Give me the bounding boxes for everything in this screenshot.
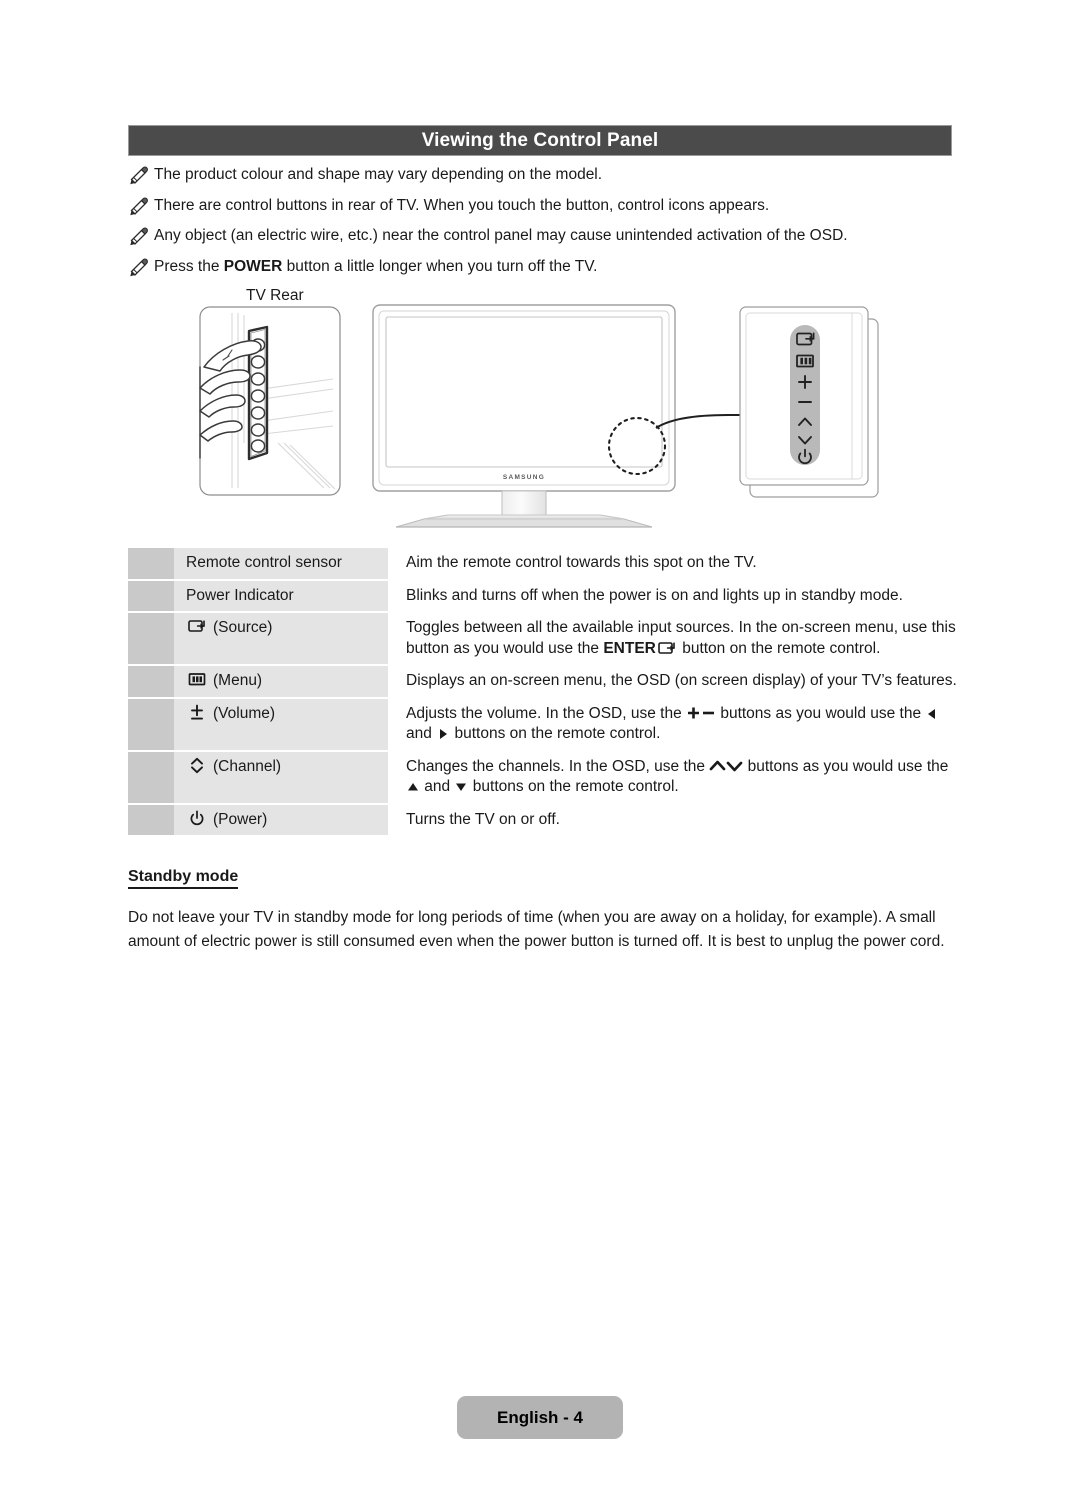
source-icon (656, 640, 678, 656)
row-description: Aim the remote control towards this spot… (406, 554, 757, 571)
row-description-cell: Changes the channels. In the OSD, use th… (388, 752, 958, 803)
chevron-up-down-icon (709, 758, 743, 774)
row-description-cell: Toggles between all the available input … (388, 613, 958, 664)
note-text: Press the POWER button a little longer w… (154, 257, 958, 277)
source-icon (186, 618, 208, 634)
row-description-cell: Aim the remote control towards this spot… (388, 548, 958, 579)
section-header-bar: Viewing the Control Panel (128, 125, 952, 156)
row-description-part: and (420, 778, 455, 795)
row-description-cell: Turns the TV on or off. (388, 805, 958, 836)
pencil-note-icon (128, 226, 150, 246)
standby-mode-heading: Standby mode (128, 868, 239, 889)
row-color-swatch (128, 580, 174, 611)
note-text-pre: Press the (154, 257, 224, 275)
row-description-part: Changes the channels. In the OSD, use th… (406, 757, 710, 775)
row-color-swatch (128, 548, 174, 579)
page-footer-badge: English - 4 (457, 1396, 623, 1439)
note-item: There are control buttons in rear of TV.… (128, 196, 958, 216)
standby-mode-section: Standby mode Do not leave your TV in sta… (128, 868, 958, 954)
illustration-svg: SAMSUNG (199, 304, 879, 528)
plus-minus-icon (686, 705, 716, 721)
right-arrow-icon (436, 727, 450, 741)
page-number-label: English - 4 (497, 1407, 583, 1427)
down-triangle-icon (454, 780, 468, 794)
note-text: The product colour and shape may vary de… (154, 166, 603, 183)
row-color-swatch (128, 751, 174, 803)
note-text-post: button a little longer when you turn off… (282, 257, 598, 275)
row-label-cell: (Source) (174, 613, 388, 664)
row-color-swatch (128, 613, 174, 664)
power-icon (186, 810, 208, 828)
row-label: (Channel) (213, 757, 282, 775)
up-triangle-icon (406, 780, 420, 794)
row-description-cell: Adjusts the volume. In the OSD, use the … (388, 699, 958, 750)
row-description-part: buttons as you would use the (743, 757, 949, 775)
samsung-logo: SAMSUNG (503, 474, 545, 481)
row-description-part: buttons as you would use the (716, 704, 926, 722)
row-label-cell: (Volume) (174, 698, 388, 750)
table-row: (Menu) Displays an on-screen menu, the O… (128, 666, 958, 697)
row-label-cell: (Channel) (174, 751, 388, 803)
page-title: Viewing the Control Panel (421, 129, 659, 151)
note-emphasis-power: POWER (223, 257, 283, 275)
table-row: Power Indicator Blinks and turns off whe… (128, 580, 958, 612)
table-row: (Volume) Adjusts the volume. In the OSD,… (128, 698, 958, 750)
tv-rear-label: TV Rear (246, 287, 304, 304)
row-label-cell: Power Indicator (174, 580, 388, 611)
standby-mode-body: Do not leave your TV in standby mode for… (128, 909, 945, 950)
tv-front-illustration: SAMSUNG (372, 304, 740, 528)
row-label: Power Indicator (186, 586, 294, 604)
row-label-cell: (Power) (174, 804, 388, 835)
row-description-part: Adjusts the volume. In the OSD, use the (406, 704, 687, 722)
row-label: (Menu) (213, 672, 263, 689)
note-item: The product colour and shape may vary de… (128, 165, 958, 185)
pencil-note-icon (128, 257, 150, 277)
table-row: (Source) Toggles between all the availab… (128, 613, 958, 664)
row-label: Remote control sensor (186, 554, 342, 571)
left-arrow-icon (925, 707, 939, 721)
row-description-cell: Displays an on-screen menu, the OSD (on … (388, 666, 958, 697)
tv-rear-detail-panel (199, 306, 341, 496)
row-label: (Volume) (213, 704, 276, 722)
channel-icon (186, 757, 208, 775)
control-icon-panel (739, 306, 879, 498)
row-color-swatch (128, 698, 174, 750)
table-row: (Power) Turns the TV on or off. (128, 804, 958, 836)
control-panel-table: Remote control sensor Aim the remote con… (128, 548, 958, 837)
manual-page: Viewing the Control Panel The product co… (0, 0, 1080, 1494)
row-color-swatch (128, 666, 174, 697)
note-item: Press the POWER button a little longer w… (128, 257, 958, 277)
pencil-note-icon (128, 165, 150, 185)
table-row: (Channel) Changes the channels. In the O… (128, 751, 958, 803)
row-description: Turns the TV on or off. (406, 810, 560, 828)
row-label: (Source) (213, 619, 273, 636)
enter-keyword: ENTER (603, 639, 656, 657)
pencil-note-icon (128, 196, 150, 216)
row-label: (Power) (213, 810, 268, 828)
control-panel-illustration: TV Rear SAMSUNG (128, 283, 958, 533)
note-text: There are control buttons in rear of TV.… (154, 196, 770, 214)
notes-list: The product colour and shape may vary de… (128, 165, 958, 287)
menu-icon (186, 671, 208, 687)
row-description-part: buttons on the remote control. (468, 778, 679, 795)
row-label-cell: (Menu) (174, 666, 388, 697)
row-description-cell: Blinks and turns off when the power is o… (388, 581, 958, 612)
note-text: Any object (an electric wire, etc.) near… (154, 227, 848, 244)
table-row: Remote control sensor Aim the remote con… (128, 548, 958, 579)
volume-icon (186, 704, 208, 722)
row-description: Displays an on-screen menu, the OSD (on … (406, 672, 957, 689)
row-description-part: button on the remote control. (677, 639, 881, 657)
row-description-part: buttons on the remote control. (450, 725, 661, 742)
row-description: Blinks and turns off when the power is o… (406, 586, 903, 604)
row-label-cell: Remote control sensor (174, 548, 388, 579)
row-color-swatch (128, 804, 174, 835)
note-item: Any object (an electric wire, etc.) near… (128, 226, 958, 246)
row-description-part: and (406, 725, 437, 742)
